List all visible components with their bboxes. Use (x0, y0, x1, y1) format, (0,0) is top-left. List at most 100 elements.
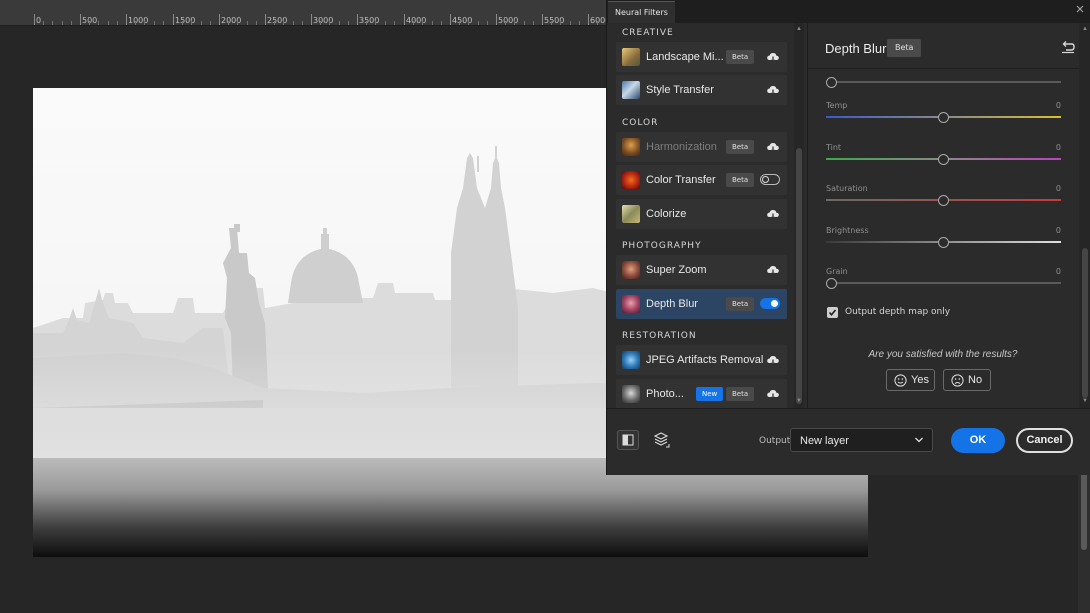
yes-button[interactable]: Yes (886, 369, 935, 391)
ruler-minor-tick (533, 21, 534, 25)
filter-jpeg-artifacts-removal[interactable]: JPEG Artifacts Removal (616, 345, 787, 375)
cloud-download-icon[interactable] (766, 207, 780, 221)
ruler-minor-tick (375, 21, 376, 25)
beta-badge: Beta (726, 140, 755, 154)
slider-handle[interactable] (826, 278, 837, 289)
scroll-down-icon[interactable]: ▼ (796, 398, 802, 404)
photo-restoration-thumbnail-icon (622, 385, 640, 403)
cloud-download-icon[interactable] (766, 387, 780, 401)
slider-value: 0 (1055, 101, 1061, 110)
beta-badge: Beta (887, 39, 922, 57)
ruler-minor-tick (293, 21, 294, 25)
ruler-minor-tick (432, 21, 433, 25)
slider-track[interactable] (826, 282, 1061, 284)
ruler-minor-tick (514, 21, 515, 25)
feedback-question: Are you satisfied with the results? (868, 349, 1018, 360)
ruler-major-tick (265, 14, 266, 25)
ruler-major-tick (450, 14, 451, 25)
ruler-minor-tick (366, 21, 367, 25)
ruler-minor-tick (422, 21, 423, 25)
compare-view-button[interactable] (617, 430, 639, 450)
neural-filters-panel: Neural Filters CREATIVE Landscape Mi... … (606, 0, 1090, 475)
filter-style-transfer[interactable]: Style Transfer (616, 75, 787, 105)
ruler-minor-tick (62, 21, 63, 25)
ruler-minor-tick (348, 21, 349, 25)
filter-list-scrollbar[interactable]: ▲ ▼ (794, 23, 804, 408)
scrollbar-thumb[interactable] (1081, 470, 1087, 550)
filter-toggle[interactable] (760, 298, 780, 309)
cloud-download-icon[interactable] (766, 353, 780, 367)
ruler-minor-tick (339, 21, 340, 25)
filter-landscape-mixer[interactable]: Landscape Mi... Beta (616, 42, 787, 72)
filter-label: Super Zoom (646, 264, 707, 276)
no-button[interactable]: No (943, 369, 991, 391)
cloud-download-icon[interactable] (766, 263, 780, 277)
photoshop-workspace: 0500100015002000250030003500400045005000… (0, 0, 1090, 613)
style-transfer-thumbnail-icon (622, 81, 640, 99)
ok-button[interactable]: OK (951, 428, 1005, 453)
output-select[interactable]: New layer (790, 428, 933, 452)
slider-value: 0 (1055, 226, 1061, 235)
ruler-tick-label: 4500 (452, 16, 473, 25)
ruler-minor-tick (135, 21, 136, 25)
split-view-icon (622, 434, 634, 446)
ruler-minor-tick (320, 21, 321, 25)
cloud-download-icon[interactable] (766, 50, 780, 64)
slider-handle[interactable] (938, 195, 949, 206)
reset-icon[interactable] (1061, 40, 1075, 54)
filter-depth-blur[interactable]: Depth Blur Beta (616, 289, 787, 319)
filter-label: Colorize (646, 208, 687, 220)
ruler-minor-tick (71, 21, 72, 25)
yes-label: Yes (911, 374, 929, 386)
ruler-major-tick (34, 14, 35, 25)
ruler-minor-tick (89, 21, 90, 25)
ruler-tick-label: 2500 (267, 16, 288, 25)
settings-header: Depth Blur Beta (808, 23, 1090, 69)
filter-toggle[interactable] (760, 174, 780, 185)
document-scrollbar[interactable] (1078, 470, 1090, 613)
ruler-tick-label: 0 (36, 16, 42, 25)
depth-map-checkbox[interactable] (827, 307, 838, 318)
scrollbar-thumb[interactable] (1082, 248, 1088, 398)
close-icon[interactable] (1075, 4, 1085, 17)
frown-icon (951, 374, 964, 387)
scroll-down-icon[interactable]: ▼ (1082, 398, 1088, 404)
scrollbar-thumb[interactable] (796, 148, 802, 404)
settings-scrollbar[interactable]: ▲ ▼ (1079, 23, 1090, 408)
ruler-major-tick (357, 14, 358, 25)
cancel-button[interactable]: Cancel (1016, 428, 1073, 453)
ruler-major-tick (588, 14, 589, 25)
slider-handle[interactable] (938, 112, 949, 123)
ruler-minor-tick (441, 21, 442, 25)
filter-harmonization[interactable]: Harmonization Beta (616, 132, 787, 162)
cloud-download-icon[interactable] (766, 83, 780, 97)
filter-color-transfer[interactable]: Color Transfer Beta (616, 165, 787, 195)
filter-colorize[interactable]: Colorize (616, 199, 787, 229)
ruler-minor-tick (237, 21, 238, 25)
ruler-minor-tick (163, 21, 164, 25)
ruler-minor-tick (394, 21, 395, 25)
scroll-up-icon[interactable]: ▲ (796, 26, 802, 32)
cloud-download-icon[interactable] (766, 140, 780, 154)
toggle-knob (771, 300, 778, 307)
depth-blur-thumbnail-icon (622, 295, 640, 313)
settings-title: Depth Blur (825, 41, 887, 56)
ruler-tick-label: 5000 (498, 16, 519, 25)
filter-photo-restoration[interactable]: Photo... New Beta (616, 379, 787, 408)
slider-handle[interactable] (938, 154, 949, 165)
slider-handle[interactable] (826, 77, 837, 88)
scroll-up-icon[interactable]: ▲ (1082, 26, 1088, 32)
filter-super-zoom[interactable]: Super Zoom (616, 255, 787, 285)
ruler-tick-label: 3000 (313, 16, 334, 25)
filter-label: Style Transfer (646, 84, 714, 96)
ruler-major-tick (542, 14, 543, 25)
slider-track[interactable] (826, 81, 1061, 83)
panel-tab[interactable]: Neural Filters (608, 1, 675, 23)
ruler-minor-tick (144, 21, 145, 25)
slider-handle[interactable] (938, 237, 949, 248)
filter-label: Landscape Mi... (646, 51, 724, 63)
jpeg-artifacts-thumbnail-icon (622, 351, 640, 369)
ruler-major-tick (126, 14, 127, 25)
beta-badge: Beta (726, 297, 755, 311)
layers-preview-button[interactable] (650, 430, 672, 450)
